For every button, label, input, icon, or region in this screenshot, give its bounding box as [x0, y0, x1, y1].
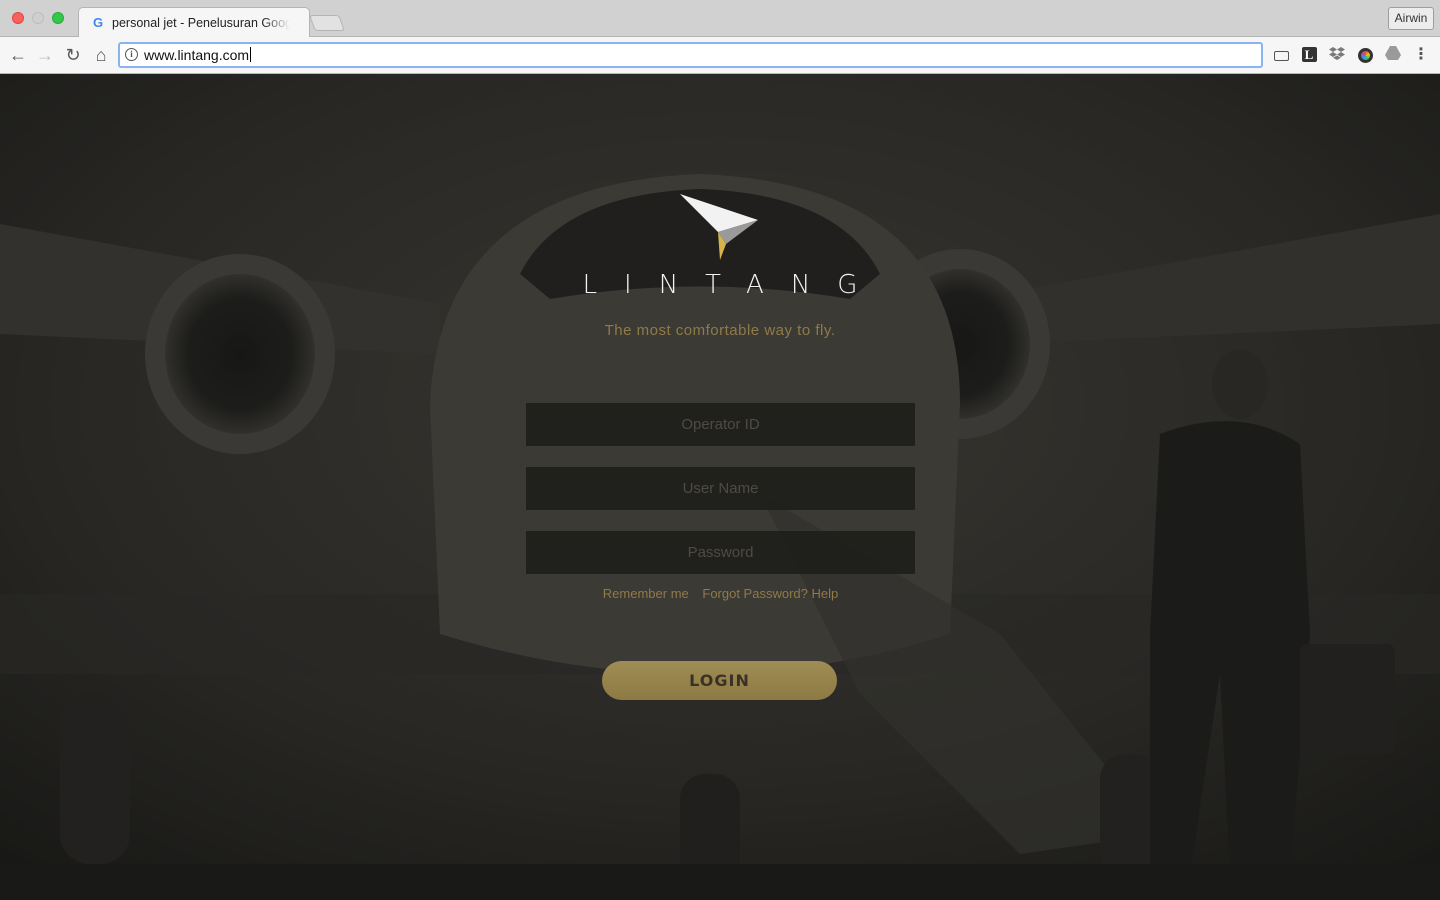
login-button[interactable]: LOGIN [602, 661, 837, 700]
back-arrow-icon[interactable]: ← [8, 45, 28, 65]
site-info-icon[interactable]: i [125, 48, 138, 61]
forgot-password-link[interactable]: Forgot Password? Help [702, 586, 838, 601]
brand-name: LINTANG [582, 270, 885, 300]
cast-extension-icon[interactable] [1272, 46, 1290, 64]
tab-title: personal jet - Penelusuran Google [112, 16, 290, 30]
browser-menu-icon[interactable]: ⋮ [1412, 46, 1430, 64]
remember-me-link[interactable]: Remember me [603, 586, 689, 601]
username-input[interactable] [526, 467, 915, 510]
home-icon[interactable]: ⌂ [91, 45, 111, 65]
new-tab-button[interactable] [309, 15, 345, 31]
window-maximize-button[interactable] [52, 12, 64, 24]
color-picker-extension-icon[interactable] [1356, 46, 1374, 64]
text-caret [250, 47, 252, 62]
browser-tab[interactable]: G personal jet - Penelusuran Google [78, 7, 310, 38]
operator-id-input[interactable] [526, 403, 915, 446]
password-input[interactable] [526, 531, 915, 574]
tagline: The most comfortable way to fly. [604, 322, 836, 339]
drive-extension-icon[interactable] [1384, 46, 1402, 64]
google-favicon-icon: G [92, 15, 104, 30]
window-minimize-button[interactable] [32, 12, 44, 24]
forward-arrow-icon[interactable]: → [35, 45, 55, 65]
l-extension-icon[interactable]: L [1300, 46, 1318, 64]
lintang-logo-icon [680, 194, 758, 260]
login-links: Remember me Forgot Password? Help [526, 586, 915, 601]
dropbox-extension-icon[interactable] [1328, 46, 1346, 64]
tab-close-icon[interactable] [287, 15, 301, 29]
browser-toolbar: ← → ↻ ⌂ i www.lintang.com L ⋮ [0, 37, 1440, 74]
browser-chrome: G personal jet - Penelusuran Google Airw… [0, 0, 1440, 74]
address-bar-text: www.lintang.com [144, 47, 252, 63]
window-close-button[interactable] [12, 12, 24, 24]
tab-strip: G personal jet - Penelusuran Google Airw… [0, 0, 1440, 38]
profile-button[interactable]: Airwin [1388, 7, 1434, 30]
address-bar[interactable]: i www.lintang.com [118, 42, 1263, 68]
login-page: LINTANG The most comfortable way to fly.… [0, 74, 1440, 900]
reload-icon[interactable]: ↻ [63, 45, 83, 65]
